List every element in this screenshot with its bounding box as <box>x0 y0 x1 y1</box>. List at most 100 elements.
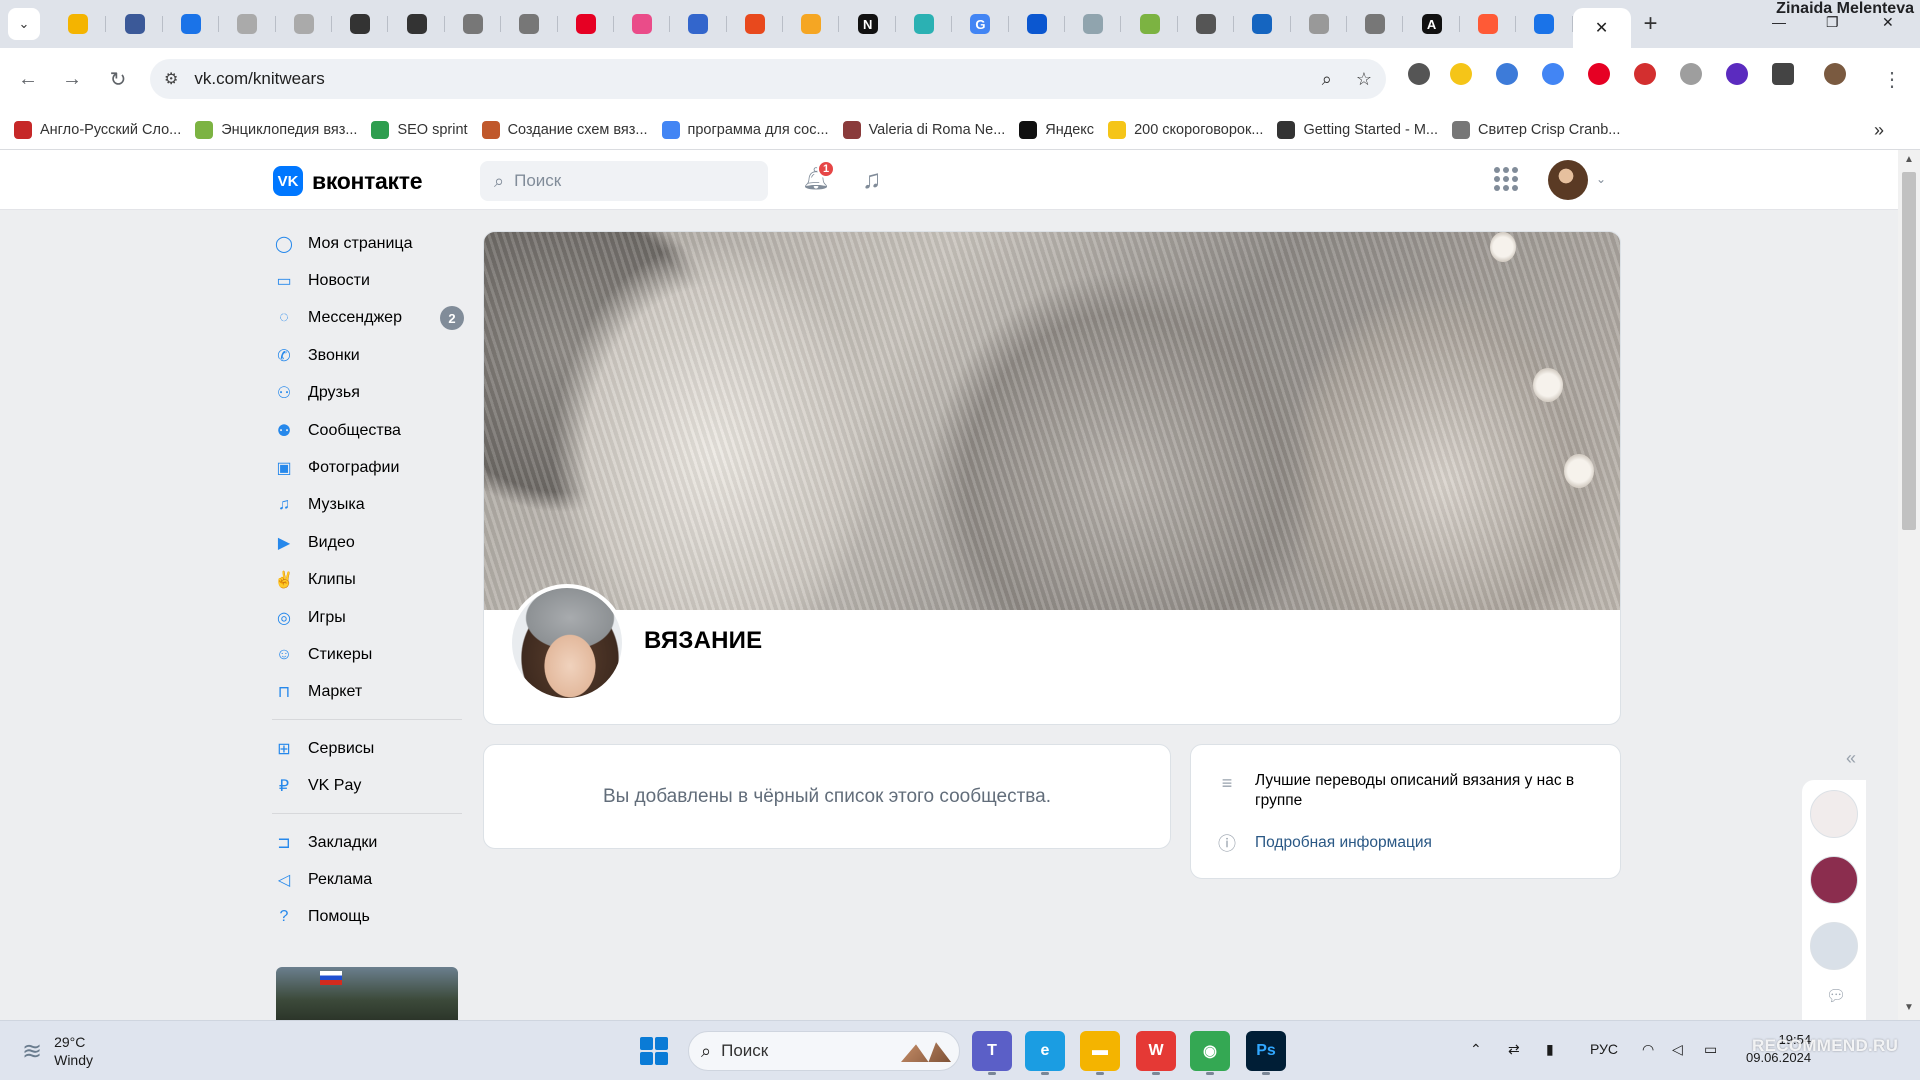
bookmark-item[interactable]: Valeria di Roma Ne... <box>842 120 1005 139</box>
tab-search-chevron-icon[interactable]: ⌄ <box>8 8 40 40</box>
bookmark-item[interactable]: Создание схем вяз... <box>481 120 648 139</box>
sidebar-item[interactable]: ◁ Реклама <box>272 861 468 898</box>
url-text[interactable]: vk.com/knitwears <box>194 69 324 89</box>
forward-icon[interactable]: → <box>52 59 92 99</box>
user-avatar[interactable] <box>1548 160 1588 200</box>
pinned-tab[interactable] <box>896 0 953 48</box>
sidebar-item[interactable]: ♫ Музыка <box>272 487 468 524</box>
bookmark-item[interactable]: 200 скороговорок... <box>1108 120 1263 139</box>
bookmark-item[interactable]: программа для сос... <box>661 120 829 139</box>
back-icon[interactable]: ← <box>8 59 48 99</box>
extension-icon[interactable] <box>1680 63 1702 85</box>
pinned-tab[interactable] <box>163 0 220 48</box>
sidebar-item[interactable]: ◌ Мессенджер 2 <box>272 300 468 337</box>
scroll-down-icon[interactable]: ▼ <box>1904 1002 1914 1013</box>
bookmark-star-icon[interactable]: ☆ <box>1356 69 1372 90</box>
chat-bubble-icon[interactable]: 💬︎ <box>1826 986 1846 1006</box>
pinned-tab[interactable] <box>1121 0 1179 48</box>
extension-icon[interactable] <box>1726 63 1748 85</box>
tray-settings-icon[interactable]: ⇄ <box>1508 1041 1520 1058</box>
vk-logo[interactable]: VK вконтакте <box>273 166 423 196</box>
bookmark-item[interactable]: SEO sprint <box>371 120 468 139</box>
rail-avatar-love-handmade[interactable] <box>1810 856 1858 904</box>
page-scrollbar[interactable]: ▲ ▼ <box>1898 150 1920 1020</box>
sidebar-item[interactable]: ◯ Моя страница <box>272 225 468 262</box>
active-tab[interactable]: ✕ <box>1572 8 1631 48</box>
pinned-tab[interactable]: N <box>839 0 897 48</box>
profile-avatar[interactable] <box>1824 63 1846 85</box>
bookmark-item[interactable]: Getting Started - M... <box>1277 120 1438 139</box>
pinned-tab[interactable] <box>388 0 446 48</box>
maximize-icon[interactable]: ❐ <box>1826 14 1839 31</box>
sidebar-item[interactable]: ⚉ Сообщества <box>272 412 468 449</box>
extension-icon[interactable] <box>1408 63 1430 85</box>
scroll-up-icon[interactable]: ▲ <box>1904 154 1914 165</box>
pinned-tab[interactable] <box>219 0 276 48</box>
pinned-tab[interactable] <box>276 0 333 48</box>
notifications-bell-icon[interactable]: 🔔︎ 1 <box>802 160 835 194</box>
pinned-tab[interactable] <box>1065 0 1122 48</box>
tray-app-icon[interactable]: ▮ <box>1546 1041 1554 1058</box>
rail-avatar-person[interactable] <box>1810 922 1858 970</box>
pinned-tab[interactable] <box>670 0 728 48</box>
battery-icon[interactable]: ▭ <box>1704 1041 1717 1058</box>
teams-app-icon[interactable]: T <box>972 1031 1012 1075</box>
pinned-tab[interactable] <box>1009 0 1066 48</box>
extension-icon[interactable] <box>1496 63 1518 85</box>
minimize-icon[interactable]: — <box>1772 14 1786 30</box>
close-window-icon[interactable]: ✕ <box>1882 14 1894 31</box>
sidebar-item[interactable]: ☺ Стикеры <box>272 636 468 673</box>
bookmark-item[interactable]: Яндекс <box>1019 120 1094 139</box>
tray-chevron-icon[interactable]: ⌃ <box>1470 1041 1482 1058</box>
extensions-puzzle-icon[interactable] <box>1772 63 1794 85</box>
pinned-tab[interactable] <box>1234 0 1291 48</box>
pinned-tab[interactable] <box>727 0 784 48</box>
sidebar-item[interactable]: ◎ Игры <box>272 599 468 636</box>
edge-app-icon[interactable]: e <box>1025 1031 1065 1075</box>
explorer-app-icon[interactable]: ▬ <box>1080 1031 1120 1075</box>
weather-widget[interactable]: ≋ 29°C Windy <box>22 1033 93 1069</box>
wps-app-icon[interactable]: W <box>1136 1031 1176 1075</box>
scrollbar-thumb[interactable] <box>1902 172 1916 530</box>
bookmark-item[interactable]: Свитер Crisp Cranb... <box>1452 120 1620 139</box>
extension-icon[interactable] <box>1634 63 1656 85</box>
site-settings-icon[interactable]: ⚙ <box>164 69 178 89</box>
apps-grid-icon[interactable] <box>1494 167 1518 191</box>
volume-icon[interactable]: ◁ <box>1672 1041 1683 1058</box>
rail-avatar-sales[interactable] <box>1810 790 1858 838</box>
sidebar-item[interactable]: ▭ Новости <box>272 262 468 299</box>
sidebar-item[interactable]: ⊐ Закладки <box>272 824 468 861</box>
extension-icon[interactable] <box>1450 63 1472 85</box>
sidebar-item[interactable]: ✆ Звонки <box>272 337 468 374</box>
more-info-link[interactable]: Подробная информация <box>1255 831 1432 855</box>
sidebar-item[interactable]: ▣ Фотографии <box>272 449 468 486</box>
collapse-rail-icon[interactable]: « <box>1846 748 1856 769</box>
music-note-icon[interactable]: ♫ <box>862 164 882 195</box>
pinned-tab[interactable] <box>783 0 840 48</box>
taskbar-search[interactable]: ⌕ Поиск <box>688 1031 960 1071</box>
chrome-app-icon[interactable]: ◉ <box>1190 1031 1230 1075</box>
wifi-icon[interactable]: ◠ <box>1642 1041 1654 1058</box>
more-info-row[interactable]: ⓘ Подробная информация <box>1215 831 1432 855</box>
group-avatar[interactable] <box>508 584 626 702</box>
sidebar-item[interactable]: ✌ Клипы <box>272 562 468 599</box>
pinned-tab[interactable] <box>501 0 558 48</box>
pinned-tab[interactable] <box>614 0 671 48</box>
pinned-tab[interactable] <box>1291 0 1348 48</box>
browser-menu-icon[interactable]: ⋮ <box>1872 59 1912 99</box>
address-bar[interactable]: ⚙ vk.com/knitwears ⌕ ☆ <box>150 59 1386 99</box>
chevron-down-icon[interactable]: ⌄ <box>1596 172 1606 186</box>
extension-icon[interactable] <box>1542 63 1564 85</box>
extension-icon[interactable] <box>1588 63 1610 85</box>
pinned-tab[interactable] <box>1516 0 1573 48</box>
pinned-tab[interactable] <box>558 0 615 48</box>
pinned-tab[interactable] <box>1460 0 1517 48</box>
pinned-tab[interactable] <box>332 0 389 48</box>
sidebar-item[interactable]: ▶ Видео <box>272 524 468 561</box>
vk-search-input[interactable]: ⌕ Поиск <box>480 161 768 201</box>
pinned-tab[interactable] <box>445 0 502 48</box>
pinned-tab[interactable] <box>50 0 107 48</box>
bookmark-item[interactable]: Энциклопедия вяз... <box>195 120 357 139</box>
photoshop-app-icon[interactable]: Ps <box>1246 1031 1286 1075</box>
pinned-tab[interactable] <box>106 0 164 48</box>
